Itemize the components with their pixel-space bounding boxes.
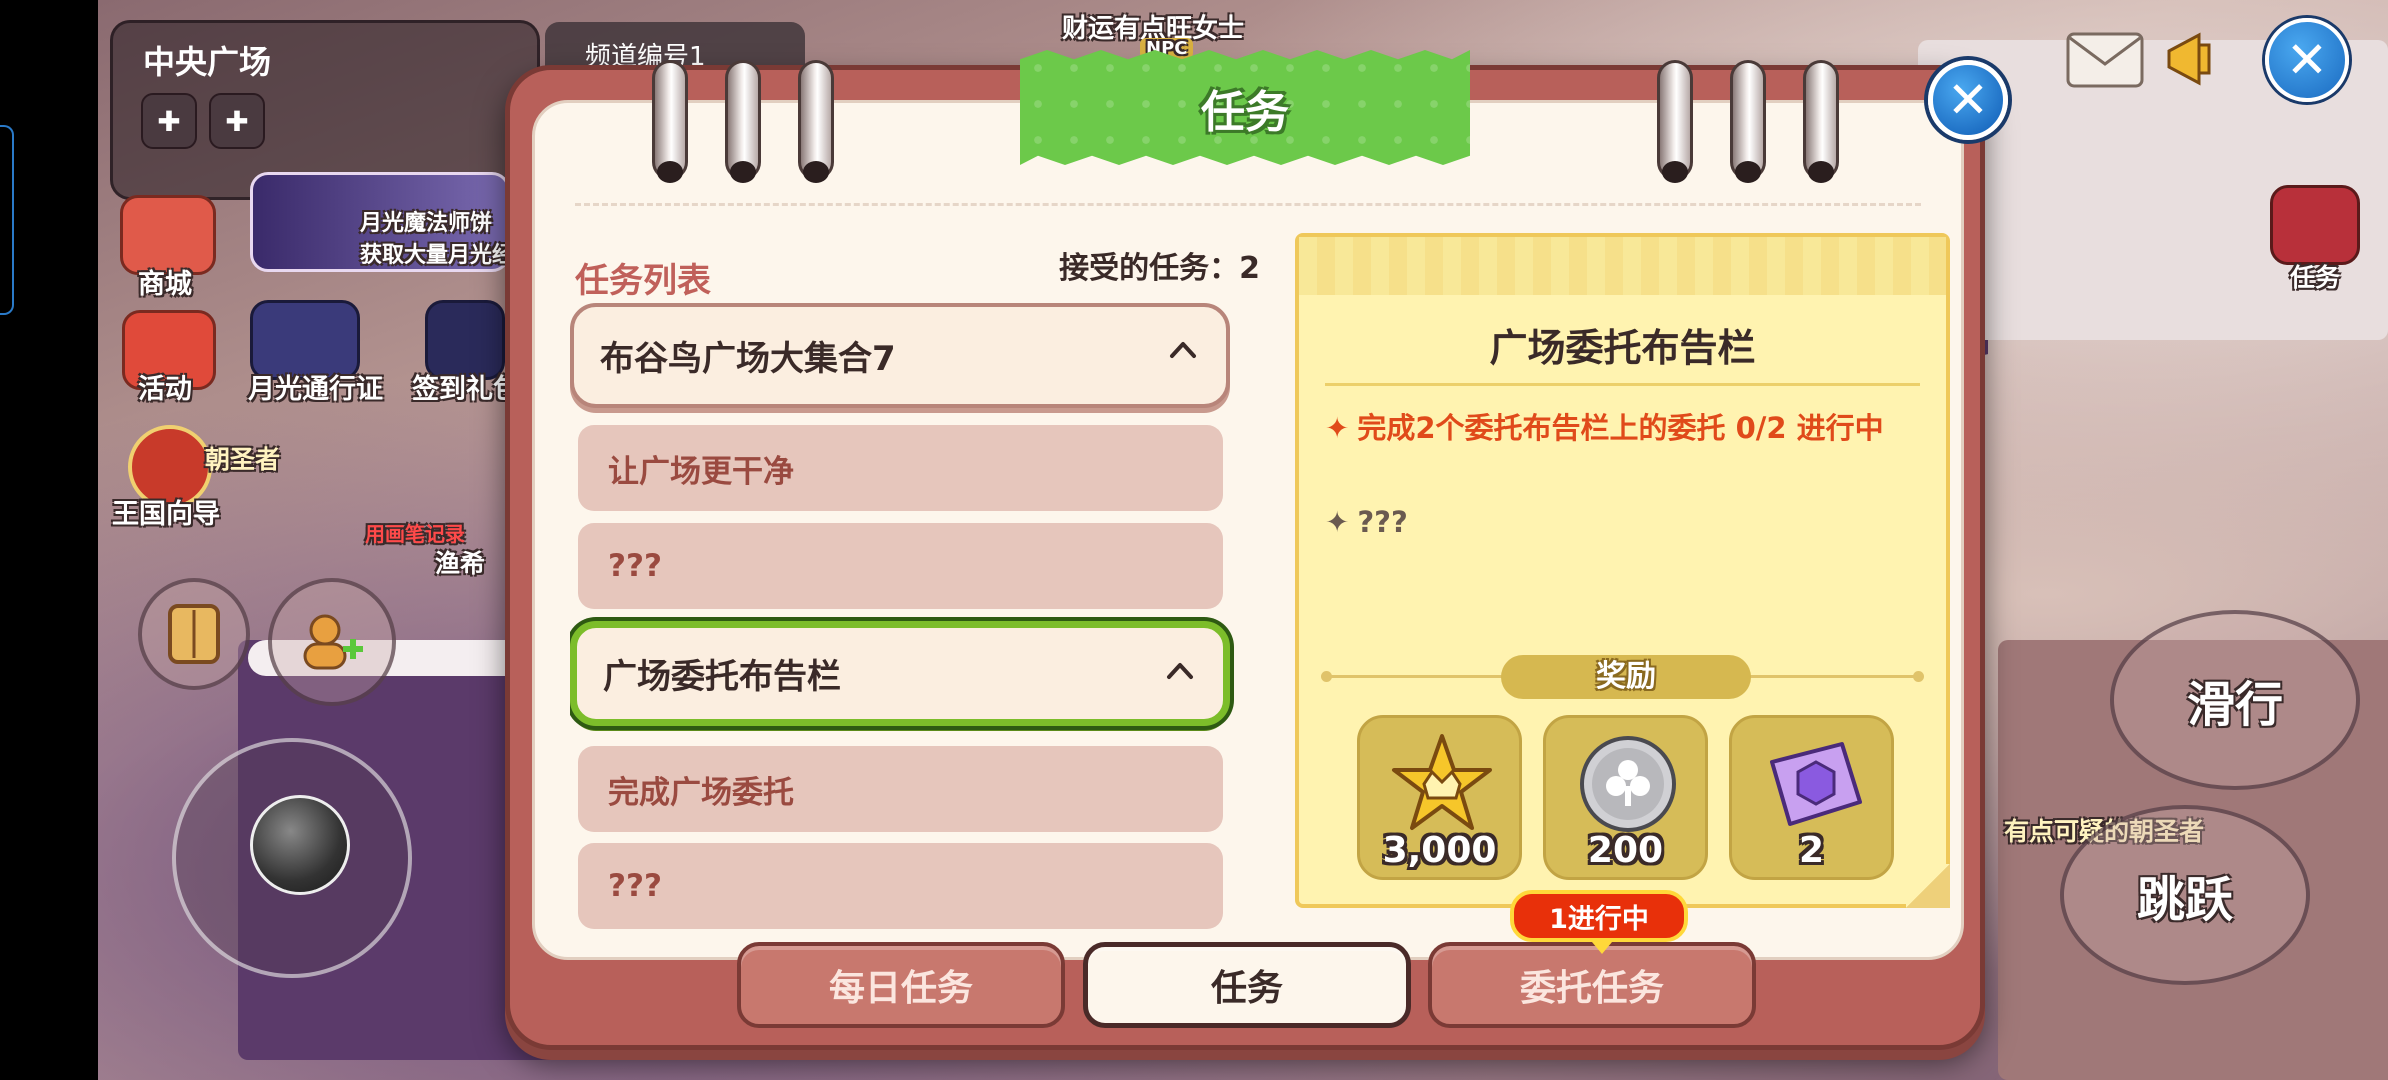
objective-active: ✦ 完成2个委托布告栏上的委托 0/2 进行中 <box>1325 405 1884 447</box>
reward-label: 奖励 <box>1501 655 1751 699</box>
binder-ring <box>1657 60 1693 183</box>
checkin-label[interactable]: 签到礼包 <box>412 367 520 406</box>
quest-subtask-label: 让广场更干净 <box>608 453 794 490</box>
close-button[interactable]: ✕ <box>1928 60 2008 140</box>
location-title: 中央广场 <box>143 43 272 81</box>
shop-label[interactable]: 商城 <box>138 262 192 301</box>
binder-ring <box>1803 60 1839 183</box>
event-banner-line2: 获取大量月光经 <box>360 243 515 268</box>
quest-list[interactable]: 布谷鸟广场大集合7 让广场更干净 ??? 广场委托布告栏 完成广场委托 ??? <box>570 303 1265 953</box>
binder-ring <box>1730 60 1766 183</box>
dialog-title-banner: 任务 <box>1020 50 1470 165</box>
tab-commission-quests[interactable]: 委托任务 <box>1428 942 1756 1028</box>
mail-icon[interactable] <box>2065 25 2145 95</box>
quest-group-header[interactable]: 布谷鸟广场大集合7 <box>570 303 1230 408</box>
add-friend-icon <box>303 614 363 670</box>
objective-text: ??? <box>1357 505 1408 539</box>
close-icon: ✕ <box>1947 71 1989 129</box>
strawberry-add-icon[interactable]: ✚ <box>141 93 197 149</box>
pilgrim-label[interactable]: 朝圣者 <box>205 440 280 476</box>
tab-label: 委托任务 <box>1519 968 1664 1009</box>
sparkle-icon: ✦ <box>1325 505 1350 539</box>
objective-text: 完成2个委托布告栏上的委托 0/2 进行中 <box>1357 411 1884 445</box>
crown-star-icon <box>1392 734 1492 830</box>
quest-book-icon[interactable] <box>2270 185 2360 265</box>
binder-ring <box>725 60 761 183</box>
quest-subtask-label: ??? <box>608 868 662 904</box>
slide-button[interactable]: 滑行 <box>2110 610 2360 790</box>
wardrobe-icon <box>168 604 220 664</box>
page-fold <box>1906 864 1950 908</box>
joystick-knob[interactable] <box>250 795 350 895</box>
quest-subtask[interactable]: ??? <box>578 523 1223 609</box>
dialog-title: 任务 <box>1201 86 1289 138</box>
screen-edge-indicator <box>0 125 14 315</box>
binder-ring <box>798 60 834 183</box>
tab-daily-quests[interactable]: 每日任务 <box>737 942 1065 1028</box>
moon-pass-label[interactable]: 月光通行证 <box>248 367 383 406</box>
quest-list-title: 任务列表 <box>575 261 711 301</box>
quest-dialog: 任务列表 接受的任务：2 布谷鸟广场大集合7 让广场更干净 ??? 广场委托布告… <box>505 50 2008 1050</box>
jump-label: 跳跃 <box>2136 872 2233 928</box>
note-tape <box>1299 237 1946 295</box>
slide-label: 滑行 <box>2186 677 2283 733</box>
reward-qty: 200 <box>1587 830 1664 871</box>
tab-label: 每日任务 <box>828 968 973 1009</box>
quest-subtask[interactable]: 完成广场委托 <box>578 746 1223 832</box>
chevron-up-icon <box>1167 663 1193 679</box>
sparkle-icon: ✦ <box>1325 411 1350 445</box>
megaphone-icon[interactable] <box>2158 22 2238 96</box>
chevron-up-icon <box>1170 342 1196 358</box>
add-friend-button[interactable] <box>268 578 396 706</box>
quest-subtask[interactable]: ??? <box>578 843 1223 929</box>
quest-subtask[interactable]: 让广场更干净 <box>578 425 1223 511</box>
events-label[interactable]: 活动 <box>138 367 192 406</box>
quest-hud-label[interactable]: 任务 <box>2290 258 2340 294</box>
quest-notebook-paper: 任务列表 接受的任务：2 布谷鸟广场大集合7 让广场更干净 ??? 广场委托布告… <box>532 100 1964 960</box>
quest-group-header-selected[interactable]: 广场委托布告栏 <box>570 621 1230 726</box>
reward-item[interactable]: 3,000 <box>1357 715 1522 880</box>
in-progress-badge: 1进行中 <box>1510 890 1688 954</box>
objective-hidden: ✦??? <box>1325 505 1408 539</box>
purple-gem-book-icon <box>1770 742 1862 826</box>
reward-qty: 3,000 <box>1382 830 1497 871</box>
quest-subtask-label: 完成广场委托 <box>608 774 794 811</box>
silver-clover-coin-icon <box>1580 736 1676 832</box>
binder-ring <box>652 60 688 183</box>
quest-group-title: 广场委托布告栏 <box>603 657 841 697</box>
reward-qty: 2 <box>1798 830 1825 871</box>
jump-button[interactable]: 跳跃 <box>2060 805 2310 985</box>
quest-group-title: 布谷鸟广场大集合7 <box>600 339 896 379</box>
accepted-quests-label: 接受的任务： <box>1059 251 1240 286</box>
quest-detail-title: 广场委托布告栏 <box>1489 326 1756 370</box>
quest-subtask-label: ??? <box>608 548 662 584</box>
quest-detail-note: 广场委托布告栏 ✦ 完成2个委托布告栏上的委托 0/2 进行中 ✦??? 奖励 3… <box>1295 233 1950 908</box>
guestbook-label[interactable]: 用画笔记录 <box>365 518 465 547</box>
coin-add-icon[interactable]: ✚ <box>209 93 265 149</box>
tab-label: 任务 <box>1210 968 1283 1009</box>
event-banner-line1: 月光魔法师饼 <box>360 211 493 236</box>
wardrobe-button[interactable] <box>138 578 250 690</box>
paper-divider <box>575 203 1921 206</box>
exit-button[interactable]: ✕ <box>2265 18 2349 102</box>
accepted-quests-count: 2 <box>1239 251 1260 286</box>
guide-label[interactable]: 王国向导 <box>112 492 220 531</box>
accepted-quests-counter: 接受的任务：2 <box>1035 243 1260 287</box>
tab-quests[interactable]: 任务 <box>1083 942 1411 1028</box>
fisherman-label[interactable]: 渔希 <box>435 544 485 580</box>
detail-divider <box>1325 383 1920 386</box>
reward-item[interactable]: 2 <box>1729 715 1894 880</box>
reward-item[interactable]: 200 <box>1543 715 1708 880</box>
